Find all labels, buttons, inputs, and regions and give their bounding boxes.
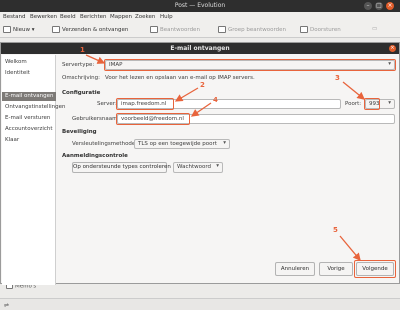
annotation-3: 3 bbox=[335, 74, 340, 82]
close-icon[interactable]: × bbox=[386, 2, 394, 10]
minimize-icon[interactable]: – bbox=[364, 2, 372, 10]
window-title: Post — Evolution bbox=[174, 2, 226, 9]
send-receive-icon bbox=[52, 26, 60, 33]
highlight-server-type bbox=[104, 59, 396, 71]
reply-icon bbox=[150, 26, 158, 33]
step-klaar[interactable]: Klaar bbox=[5, 137, 19, 143]
online-status-icon[interactable]: ⇌ bbox=[4, 302, 9, 309]
port-label: Poort: bbox=[345, 101, 362, 107]
back-button[interactable]: Vorige bbox=[319, 262, 353, 276]
highlight-port bbox=[364, 98, 380, 110]
new-mail-icon bbox=[3, 26, 11, 33]
annotation-2: 2 bbox=[200, 81, 205, 89]
step-ontvangstinstellingen[interactable]: Ontvangstinstellingen bbox=[5, 104, 65, 110]
menu-berichten[interactable]: Berichten bbox=[80, 14, 106, 20]
forward-icon bbox=[300, 26, 308, 33]
step-email-ontvangen[interactable]: E-mail ontvangen bbox=[5, 93, 53, 99]
step-identiteit[interactable]: Identiteit bbox=[5, 70, 30, 76]
forward-button[interactable]: Doorsturen bbox=[300, 26, 341, 33]
dialog-title: E-mail ontvangen bbox=[1, 43, 399, 54]
status-bar: ⇌ bbox=[0, 298, 400, 310]
menu-hulp[interactable]: Hulp bbox=[160, 14, 173, 20]
print-icon[interactable]: ▭ bbox=[372, 26, 377, 32]
chevron-down-icon: ▾ bbox=[388, 100, 391, 106]
wizard-step-list: Welkom Identiteit E-mail ontvangen Ontva… bbox=[2, 55, 65, 285]
username-label: Gebruikersnaam: bbox=[72, 116, 120, 122]
highlight-username bbox=[116, 113, 190, 125]
cancel-button[interactable]: Annuleren bbox=[275, 262, 315, 276]
step-email-versturen[interactable]: E-mail versturen bbox=[5, 115, 50, 121]
authentication-heading: Aanmeldingscontrole bbox=[62, 153, 128, 159]
description-label: Omschrijving: bbox=[62, 75, 100, 81]
step-welkom[interactable]: Welkom bbox=[5, 59, 27, 65]
menu-bestand[interactable]: Bestand bbox=[3, 14, 26, 20]
menu-bar: Bestand Bewerken Beeld Berichten Mappen … bbox=[0, 12, 400, 22]
annotation-5: 5 bbox=[333, 226, 338, 234]
menu-bewerken[interactable]: Bewerken bbox=[30, 14, 57, 20]
configuration-heading: Configuratie bbox=[62, 90, 101, 96]
toolbar: Nieuw ▾ Verzenden & ontvangen Beantwoord… bbox=[0, 22, 400, 38]
step-accountoverzicht[interactable]: Accountoverzicht bbox=[5, 126, 53, 132]
highlight-server bbox=[116, 98, 174, 110]
annotation-1: 1 bbox=[80, 46, 85, 54]
encryption-label: Versleutelingsmethode: bbox=[72, 141, 138, 147]
security-heading: Beveiliging bbox=[62, 129, 97, 135]
reply-group-button[interactable]: Groep beantwoorden bbox=[218, 26, 286, 33]
server-label: Server: bbox=[97, 101, 117, 107]
dialog-close-icon[interactable]: × bbox=[389, 45, 396, 52]
check-supported-types-button[interactable]: Op ondersteunde types controleren bbox=[72, 162, 171, 173]
auth-method-select[interactable]: Wachtwoord ▾ bbox=[173, 162, 223, 173]
chevron-down-icon: ▾ bbox=[223, 140, 226, 146]
menu-mappen[interactable]: Mappen bbox=[110, 14, 132, 20]
reply-button[interactable]: Beantwoorden bbox=[150, 26, 200, 33]
reply-group-icon bbox=[218, 26, 226, 33]
new-button[interactable]: Nieuw ▾ bbox=[3, 26, 35, 33]
encryption-select[interactable]: TLS op een toegewijde poort ▾ bbox=[134, 139, 230, 149]
send-receive-button[interactable]: Verzenden & ontvangen bbox=[52, 26, 128, 33]
menu-zoeken[interactable]: Zoeken bbox=[135, 14, 155, 20]
window-titlebar: Post — Evolution – □ × bbox=[0, 0, 400, 12]
server-type-label: Servertype: bbox=[62, 62, 95, 68]
menu-beeld[interactable]: Beeld bbox=[60, 14, 76, 20]
annotation-4: 4 bbox=[213, 96, 218, 104]
maximize-icon[interactable]: □ bbox=[375, 2, 383, 10]
description-text: Voor het lezen en opslaan van e-mail op … bbox=[105, 75, 255, 81]
chevron-down-icon: ▾ bbox=[216, 163, 219, 169]
highlight-next bbox=[354, 260, 396, 278]
